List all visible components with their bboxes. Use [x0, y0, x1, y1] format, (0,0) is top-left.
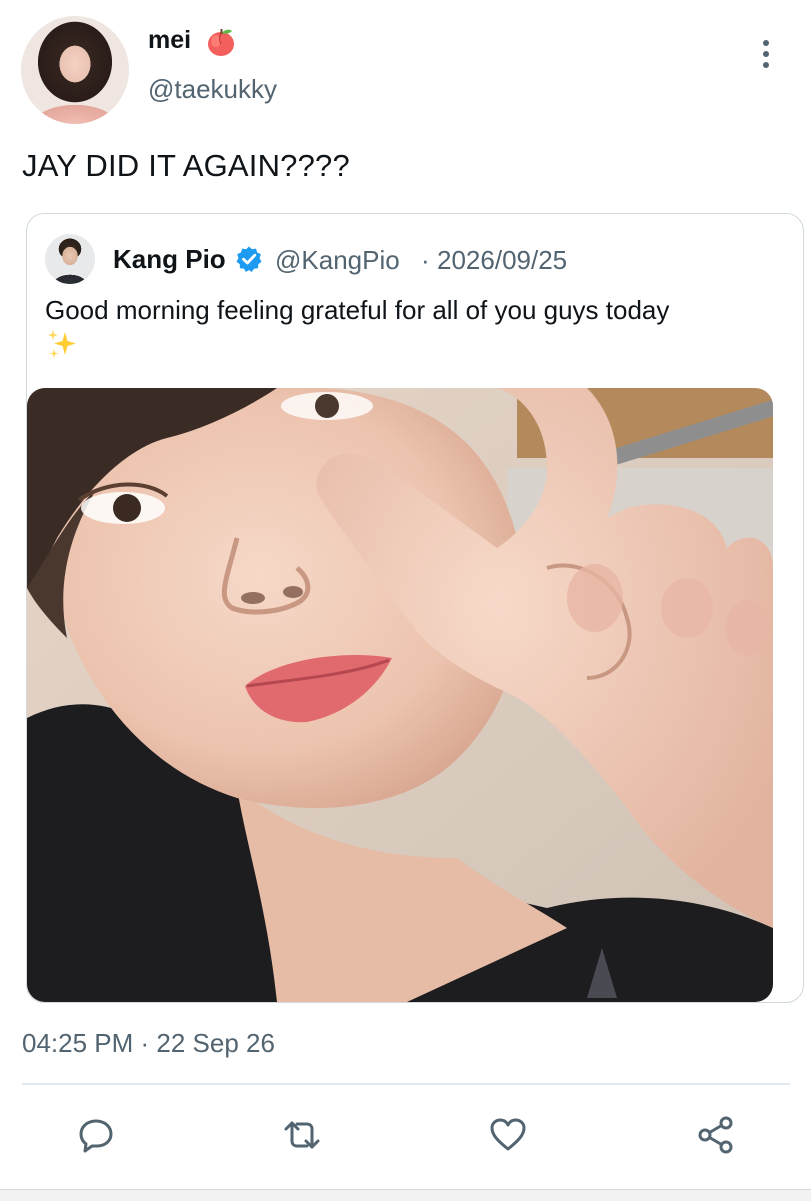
tweet-timestamp[interactable]: 04:25 PM · 22 Sep 26: [22, 1028, 275, 1059]
quoted-date[interactable]: 2026/09/25: [437, 245, 567, 276]
peach-icon: [208, 29, 234, 56]
share-icon: [698, 1116, 733, 1154]
quoted-tweet-card[interactable]: Kang Pio @KangPio · 2026/09/25 Good morn…: [26, 213, 804, 1003]
retweet-button[interactable]: [282, 1115, 322, 1155]
reply-icon: [79, 1119, 113, 1153]
verified-badge-icon: [236, 246, 262, 272]
retweet-icon: [284, 1121, 320, 1149]
share-button[interactable]: [696, 1115, 736, 1155]
author-display-name[interactable]: mei: [148, 26, 191, 55]
reply-button[interactable]: [76, 1115, 116, 1155]
sparkles-icon: [48, 330, 76, 358]
quoted-author-handle[interactable]: @KangPio: [275, 245, 400, 276]
more-options-icon[interactable]: [755, 36, 777, 72]
author-avatar[interactable]: [21, 16, 129, 124]
quoted-author-avatar[interactable]: [45, 234, 95, 284]
selfie-illustration: [27, 388, 773, 1002]
quoted-author-name[interactable]: Kang Pio: [113, 244, 226, 275]
tweet-text: JAY DID IT AGAIN????: [22, 148, 350, 183]
divider: [22, 1083, 790, 1085]
author-handle[interactable]: @taekukky: [148, 74, 277, 105]
meta-separator: ·: [421, 245, 430, 275]
quoted-photo[interactable]: [27, 388, 773, 1002]
like-icon: [490, 1118, 526, 1151]
quoted-text: Good morning feeling grateful for all of…: [45, 295, 670, 325]
like-button[interactable]: [488, 1115, 528, 1155]
bottom-edge: [0, 1189, 811, 1201]
